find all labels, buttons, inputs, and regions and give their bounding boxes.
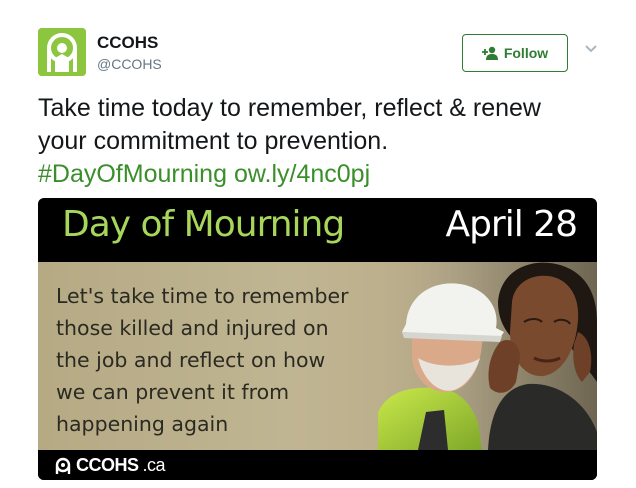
image-date: April 28 bbox=[445, 204, 578, 245]
follow-label: Follow bbox=[503, 45, 549, 61]
account-name[interactable]: CCOHS bbox=[97, 33, 158, 53]
footer-tld: .ca bbox=[142, 455, 166, 475]
hashtag-link[interactable]: #DayOfMourning bbox=[38, 160, 227, 188]
tweet-text-line: your commitment to prevention. bbox=[38, 127, 389, 155]
tweet-text-line: Take time today to remember, reflect & r… bbox=[38, 94, 541, 122]
add-person-icon bbox=[481, 46, 498, 60]
message-line: happening again bbox=[56, 412, 229, 436]
tweet-image[interactable]: Day of Mourning April 28 Let's take time… bbox=[38, 198, 597, 480]
image-message: Let's take time to remember those killed… bbox=[56, 280, 386, 440]
ccohs-logo-icon[interactable] bbox=[38, 28, 86, 76]
workers-photo bbox=[378, 262, 597, 450]
tweet-text: Take time today to remember, reflect & r… bbox=[38, 92, 608, 191]
tweet-card: CCOHS @CCOHS Follow Take time today to r… bbox=[0, 0, 636, 488]
ccohs-footer-logo: CCOHS .ca bbox=[54, 455, 166, 476]
chevron-down-icon[interactable] bbox=[584, 44, 598, 54]
message-line: those killed and injured on bbox=[56, 316, 329, 340]
message-line: the job and reflect on how bbox=[56, 348, 326, 372]
image-body: Let's take time to remember those killed… bbox=[38, 262, 597, 450]
url-link[interactable]: ow.ly/4nc0pj bbox=[234, 160, 370, 188]
ccohs-logo-icon bbox=[55, 457, 71, 474]
image-footer: CCOHS .ca bbox=[38, 450, 597, 480]
image-title: Day of Mourning bbox=[62, 204, 345, 245]
follow-button[interactable]: Follow bbox=[462, 34, 568, 72]
message-line: Let's take time to remember bbox=[56, 284, 349, 308]
account-handle[interactable]: @CCOHS bbox=[97, 56, 162, 72]
tweet-links-line: #DayOfMourning ow.ly/4nc0pj bbox=[38, 158, 608, 191]
message-line: we can prevent it from bbox=[56, 380, 290, 404]
footer-brand: CCOHS bbox=[76, 455, 139, 475]
